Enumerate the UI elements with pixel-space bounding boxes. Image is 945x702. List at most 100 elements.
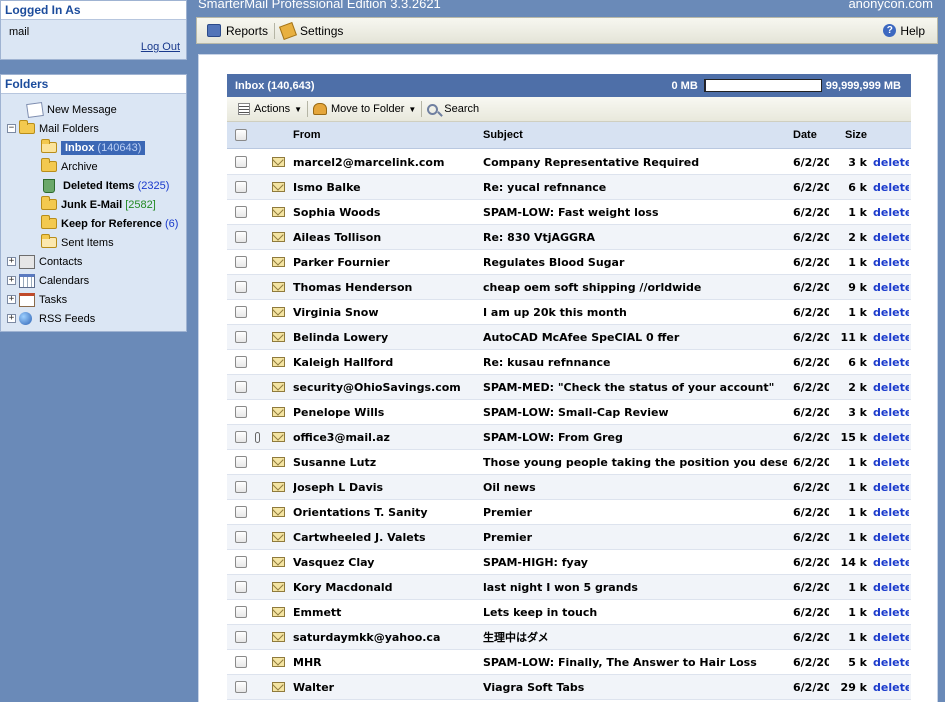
message-subject[interactable]: SPAM-MED: "Check the status of your acco… — [483, 375, 787, 399]
message-from[interactable]: Emmett — [293, 600, 477, 624]
message-from[interactable]: Cartwheeled J. Valets — [293, 525, 477, 549]
folder-junk[interactable]: Junk E-Mail [2582] — [7, 195, 186, 214]
actions-dropdown[interactable]: Actions ▼ — [233, 99, 307, 119]
row-checkbox[interactable] — [235, 606, 247, 618]
mail-folders-item[interactable]: − Mail Folders — [7, 119, 186, 138]
row-checkbox[interactable] — [235, 181, 247, 193]
delete-link[interactable]: delete — [873, 681, 909, 694]
expand-icon[interactable]: + — [7, 295, 16, 304]
delete-link[interactable]: delete — [873, 656, 909, 669]
column-subject[interactable]: Subject — [483, 122, 787, 148]
row-checkbox[interactable] — [235, 581, 247, 593]
message-subject[interactable]: 生理中はダメ — [483, 625, 787, 649]
delete-link[interactable]: delete — [873, 181, 909, 194]
message-subject[interactable]: SPAM-HIGH: fyay — [483, 550, 787, 574]
tasks-item[interactable]: + Tasks — [7, 290, 186, 309]
delete-link[interactable]: delete — [873, 331, 909, 344]
table-row[interactable]: Vasquez Clay SPAM-HIGH: fyay 6/2/20 14 k del… — [227, 550, 911, 575]
message-from[interactable]: Kaleigh Hallford — [293, 350, 477, 374]
message-subject[interactable]: Viagra Soft Tabs — [483, 675, 787, 699]
table-row[interactable]: office3@mail.az SPAM-LOW: From Greg 6/2/20… — [227, 425, 911, 450]
message-from[interactable]: Virginia Snow — [293, 300, 477, 324]
calendars-item[interactable]: + Calendars — [7, 271, 186, 290]
select-all-checkbox[interactable] — [235, 129, 247, 141]
table-row[interactable]: Virginia Snow I am up 20k this month 6/2/2… — [227, 300, 911, 325]
table-row[interactable]: Parker Fournier Regulates Blood Sugar 6/2/… — [227, 250, 911, 275]
folder-keep[interactable]: Keep for Reference (6) — [7, 214, 186, 233]
table-row[interactable]: saturdaymkk@yahoo.ca 生理中はダメ 6/2/20 1 k delet… — [227, 625, 911, 650]
message-subject[interactable]: Oil news — [483, 475, 787, 499]
delete-link[interactable]: delete — [873, 156, 909, 169]
message-subject[interactable]: Company Representative Required — [483, 150, 787, 174]
table-row[interactable]: Aileas Tollison Re: 830 VtjAGGRA 6/2/20 2 k… — [227, 225, 911, 250]
delete-link[interactable]: delete — [873, 281, 909, 294]
folder-deleted[interactable]: Deleted Items (2325) — [7, 176, 186, 195]
message-from[interactable]: MHR — [293, 650, 477, 674]
message-from[interactable]: Thomas Henderson — [293, 275, 477, 299]
move-to-folder-dropdown[interactable]: Move to Folder ▼ — [308, 99, 421, 119]
column-date[interactable]: Date — [793, 122, 829, 148]
message-subject[interactable]: Lets keep in touch — [483, 600, 787, 624]
message-from[interactable]: Orientations T. Sanity — [293, 500, 477, 524]
row-checkbox[interactable] — [235, 631, 247, 643]
row-checkbox[interactable] — [235, 231, 247, 243]
message-subject[interactable]: Re: kusau refnnance — [483, 350, 787, 374]
message-subject[interactable]: SPAM-LOW: Finally, The Answer to Hair Lo… — [483, 650, 787, 674]
message-from[interactable]: Susanne Lutz — [293, 450, 477, 474]
row-checkbox[interactable] — [235, 531, 247, 543]
row-checkbox[interactable] — [235, 656, 247, 668]
table-row[interactable]: Ismo Balke Re: yucal refnnance 6/2/20 6 k de… — [227, 175, 911, 200]
message-subject[interactable]: SPAM-LOW: From Greg — [483, 425, 787, 449]
message-from[interactable]: Sophia Woods — [293, 200, 477, 224]
message-subject[interactable]: Re: yucal refnnance — [483, 175, 787, 199]
reports-button[interactable]: Reports — [201, 21, 274, 41]
delete-link[interactable]: delete — [873, 531, 909, 544]
row-checkbox[interactable] — [235, 456, 247, 468]
delete-link[interactable]: delete — [873, 481, 909, 494]
row-checkbox[interactable] — [235, 306, 247, 318]
row-checkbox[interactable] — [235, 481, 247, 493]
settings-button[interactable]: Settings — [275, 21, 349, 41]
message-subject[interactable]: Premier — [483, 500, 787, 524]
message-from[interactable]: Kory Macdonald — [293, 575, 477, 599]
row-checkbox[interactable] — [235, 356, 247, 368]
message-from[interactable]: Walter — [293, 675, 477, 699]
delete-link[interactable]: delete — [873, 256, 909, 269]
delete-link[interactable]: delete — [873, 556, 909, 569]
table-row[interactable]: Kory Macdonald last night I won 5 grands 6… — [227, 575, 911, 600]
delete-link[interactable]: delete — [873, 306, 909, 319]
row-checkbox[interactable] — [235, 206, 247, 218]
row-checkbox[interactable] — [235, 281, 247, 293]
delete-link[interactable]: delete — [873, 231, 909, 244]
message-subject[interactable]: cheap oem soft shipping //orldwide — [483, 275, 787, 299]
folder-archive[interactable]: Archive — [7, 157, 186, 176]
row-checkbox[interactable] — [235, 256, 247, 268]
table-row[interactable]: security@OhioSavings.com SPAM-MED: "Check… — [227, 375, 911, 400]
message-from[interactable]: office3@mail.az — [293, 425, 477, 449]
contacts-item[interactable]: + Contacts — [7, 252, 186, 271]
delete-link[interactable]: delete — [873, 456, 909, 469]
row-checkbox[interactable] — [235, 681, 247, 693]
table-row[interactable]: Penelope Wills SPAM-LOW: Small-Cap Review… — [227, 400, 911, 425]
row-checkbox[interactable] — [235, 556, 247, 568]
message-from[interactable]: marcel2@marcelink.com — [293, 150, 477, 174]
table-row[interactable]: Emmett Lets keep in touch 6/2/20 1 k delete — [227, 600, 911, 625]
table-row[interactable]: Walter Viagra Soft Tabs 6/2/20 29 k delete — [227, 675, 911, 700]
message-subject[interactable]: Those young people taking the position y… — [483, 450, 787, 474]
table-row[interactable]: Orientations T. Sanity Premier 6/2/20 1 k de… — [227, 500, 911, 525]
delete-link[interactable]: delete — [873, 631, 909, 644]
table-row[interactable]: Sophia Woods SPAM-LOW: Fast weight loss 6/… — [227, 200, 911, 225]
logout-link[interactable]: Log Out — [141, 41, 180, 53]
table-row[interactable]: Joseph L Davis Oil news 6/2/20 1 k delete — [227, 475, 911, 500]
folder-inbox[interactable]: Inbox (140643) — [7, 138, 186, 157]
table-row[interactable]: marcel2@marcelink.com Company Representat… — [227, 150, 911, 175]
folder-sent[interactable]: Sent Items — [7, 233, 186, 252]
row-checkbox[interactable] — [235, 506, 247, 518]
message-subject[interactable]: SPAM-LOW: Small-Cap Review — [483, 400, 787, 424]
rss-feeds-item[interactable]: + RSS Feeds — [7, 309, 186, 328]
table-row[interactable]: Kaleigh Hallford Re: kusau refnnance 6/2/2… — [227, 350, 911, 375]
delete-link[interactable]: delete — [873, 606, 909, 619]
delete-link[interactable]: delete — [873, 406, 909, 419]
message-subject[interactable]: Premier — [483, 525, 787, 549]
table-row[interactable]: Cartwheeled J. Valets Premier 6/2/20 1 k del… — [227, 525, 911, 550]
